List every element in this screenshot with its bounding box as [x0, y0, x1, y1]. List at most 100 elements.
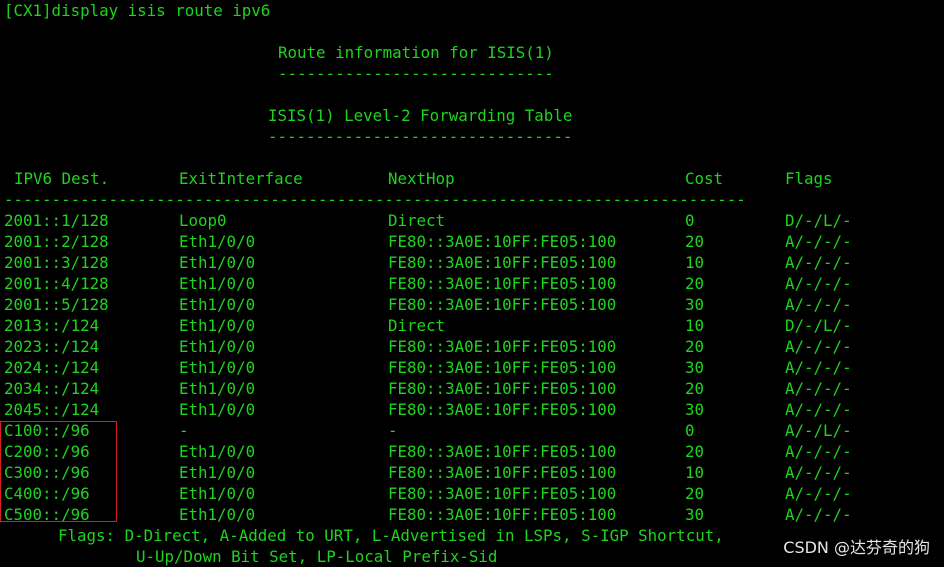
cell-cost: 30 — [685, 505, 705, 524]
cell-exit-interface: Eth1/0/0 — [179, 463, 256, 482]
cell-cost: 0 — [685, 421, 695, 440]
cell-exit-interface: Eth1/0/0 — [179, 253, 256, 272]
cell-cost: 10 — [685, 253, 705, 272]
cell-flags: A/-/-/- — [785, 400, 852, 419]
cell-nexthop: FE80::3A0E:10FF:FE05:100 — [388, 484, 617, 503]
cell-dest: 2001::2/128 — [4, 232, 109, 251]
table-row: 2045::/124 Eth1/0/0 FE80::3A0E:10FF:FE05:1… — [0, 399, 944, 420]
cell-cost: 10 — [685, 463, 705, 482]
table-row: 2001::4/128 Eth1/0/0 FE80::3A0E:10FF:FE05:… — [0, 273, 944, 294]
cell-cost: 30 — [685, 400, 705, 419]
cell-dest: 2013::/124 — [4, 316, 100, 335]
cell-exit-interface: Eth1/0/0 — [179, 232, 256, 251]
cell-exit-interface: Eth1/0/0 — [179, 316, 256, 335]
cell-dest: 2001::3/128 — [4, 253, 109, 272]
header-dest: IPV6 Dest. — [14, 169, 110, 188]
cell-dest: 2023::/124 — [4, 337, 100, 356]
cell-dest: 2045::/124 — [4, 400, 100, 419]
cell-dest: 2001::4/128 — [4, 274, 109, 293]
command-line: [CX1]display isis route ipv6 — [4, 1, 271, 20]
cell-flags: D/-/L/- — [785, 211, 852, 230]
header-cost: Cost — [685, 169, 724, 188]
cell-nexthop: FE80::3A0E:10FF:FE05:100 — [388, 232, 617, 251]
cell-dest: 2001::5/128 — [4, 295, 109, 314]
table-row: C100::/96- -0 A/-/L/- — [0, 420, 944, 441]
cell-cost: 10 — [685, 316, 705, 335]
cell-flags: A/-/-/- — [785, 295, 852, 314]
cell-nexthop: FE80::3A0E:10FF:FE05:100 — [388, 379, 617, 398]
table-row: C300::/96 Eth1/0/0 FE80::3A0E:10FF:FE05:10… — [0, 462, 944, 483]
table-row: 2023::/124 Eth1/0/0 FE80::3A0E:10FF:FE05:1… — [0, 336, 944, 357]
cell-exit-interface: Eth1/0/0 — [179, 484, 256, 503]
cell-nexthop: FE80::3A0E:10FF:FE05:100 — [388, 463, 617, 482]
cell-flags: A/-/-/- — [785, 337, 852, 356]
cell-exit-interface: Eth1/0/0 — [179, 295, 256, 314]
cell-nexthop: FE80::3A0E:10FF:FE05:100 — [388, 358, 617, 377]
cell-flags: A/-/-/- — [785, 274, 852, 293]
cell-cost: 20 — [685, 379, 705, 398]
cell-flags: A/-/-/- — [785, 463, 852, 482]
table-row: C400::/96 Eth1/0/0 FE80::3A0E:10FF:FE05:10… — [0, 483, 944, 504]
header-exit-interface: ExitInterface — [179, 169, 303, 188]
table-separator: ----------------------------------------… — [4, 190, 746, 209]
table-row: C500::/96 Eth1/0/0 FE80::3A0E:10FF:FE05:10… — [0, 504, 944, 525]
cell-nexthop: FE80::3A0E:10FF:FE05:100 — [388, 442, 617, 461]
watermark: CSDN @达芬奇的狗 — [779, 537, 930, 558]
cell-exit-interface: Eth1/0/0 — [179, 400, 256, 419]
cell-exit-interface: Eth1/0/0 — [179, 358, 256, 377]
cell-nexthop: FE80::3A0E:10FF:FE05:100 — [388, 337, 617, 356]
table-row: 2001::5/128 Eth1/0/0 FE80::3A0E:10FF:FE05:… — [0, 294, 944, 315]
table-title: ISIS(1) Level-2 Forwarding Table — [268, 106, 573, 125]
cell-dest: 2001::1/128 — [4, 211, 109, 230]
table-row: C200::/96 Eth1/0/0 FE80::3A0E:10FF:FE05:10… — [0, 441, 944, 462]
cell-cost: 30 — [685, 295, 705, 314]
table-title-underline: -------------------------------- — [268, 127, 573, 146]
table-row: 2001::1/128 Loop0 Direct 0 D/-/L/- — [0, 210, 944, 231]
cell-nexthop: FE80::3A0E:10FF:FE05:100 — [388, 274, 617, 293]
flags-legend-line-2: U-Up/Down Bit Set, LP-Local Prefix-Sid — [136, 547, 498, 566]
cell-cost: 30 — [685, 358, 705, 377]
cell-nexthop: FE80::3A0E:10FF:FE05:100 — [388, 400, 617, 419]
table-row: 2001::3/128 Eth1/0/0 FE80::3A0E:10FF:FE05:… — [0, 252, 944, 273]
cell-nexthop: FE80::3A0E:10FF:FE05:100 — [388, 253, 617, 272]
cell-nexthop: - — [388, 421, 398, 440]
cell-flags: A/-/L/- — [785, 421, 852, 440]
cell-exit-interface: Loop0 — [179, 211, 227, 230]
cell-dest: 2034::/124 — [4, 379, 100, 398]
cell-nexthop: Direct — [388, 316, 446, 335]
route-info-underline: ----------------------------- — [278, 64, 554, 83]
route-info-title: Route information for ISIS(1) — [278, 43, 554, 62]
cell-cost: 20 — [685, 274, 705, 293]
table-row: 2001::2/128 Eth1/0/0 FE80::3A0E:10FF:FE05:… — [0, 231, 944, 252]
cell-exit-interface: Eth1/0/0 — [179, 505, 256, 524]
cell-exit-interface: Eth1/0/0 — [179, 274, 256, 293]
highlight-box — [0, 421, 117, 522]
cell-exit-interface: Eth1/0/0 — [179, 379, 256, 398]
cell-nexthop: FE80::3A0E:10FF:FE05:100 — [388, 295, 617, 314]
cell-flags: A/-/-/- — [785, 358, 852, 377]
cell-flags: A/-/-/- — [785, 505, 852, 524]
cell-dest: 2024::/124 — [4, 358, 100, 377]
cell-flags: A/-/-/- — [785, 232, 852, 251]
cell-nexthop: Direct — [388, 211, 446, 230]
cell-exit-interface: - — [179, 421, 189, 440]
cell-flags: A/-/-/- — [785, 484, 852, 503]
header-nexthop: NextHop — [388, 169, 455, 188]
flags-legend-line-1: Flags: D-Direct, A-Added to URT, L-Adver… — [58, 526, 724, 545]
table-row: 2013::/124 Eth1/0/0 Direct 10 D/-/L/- — [0, 315, 944, 336]
cell-nexthop: FE80::3A0E:10FF:FE05:100 — [388, 505, 617, 524]
cell-flags: A/-/-/- — [785, 253, 852, 272]
cell-cost: 20 — [685, 337, 705, 356]
cell-flags: D/-/L/- — [785, 316, 852, 335]
cell-flags: A/-/-/- — [785, 379, 852, 398]
table-row: 2024::/124 Eth1/0/0 FE80::3A0E:10FF:FE05:1… — [0, 357, 944, 378]
cell-cost: 20 — [685, 232, 705, 251]
cell-cost: 0 — [685, 211, 695, 230]
header-flags: Flags — [785, 169, 833, 188]
cell-cost: 20 — [685, 442, 705, 461]
table-header: IPV6 Dest. ExitInterface NextHop Cost Fl… — [0, 168, 944, 189]
table-row: 2034::/124 Eth1/0/0 FE80::3A0E:10FF:FE05:1… — [0, 378, 944, 399]
cell-exit-interface: Eth1/0/0 — [179, 442, 256, 461]
cell-cost: 20 — [685, 484, 705, 503]
cell-exit-interface: Eth1/0/0 — [179, 337, 256, 356]
